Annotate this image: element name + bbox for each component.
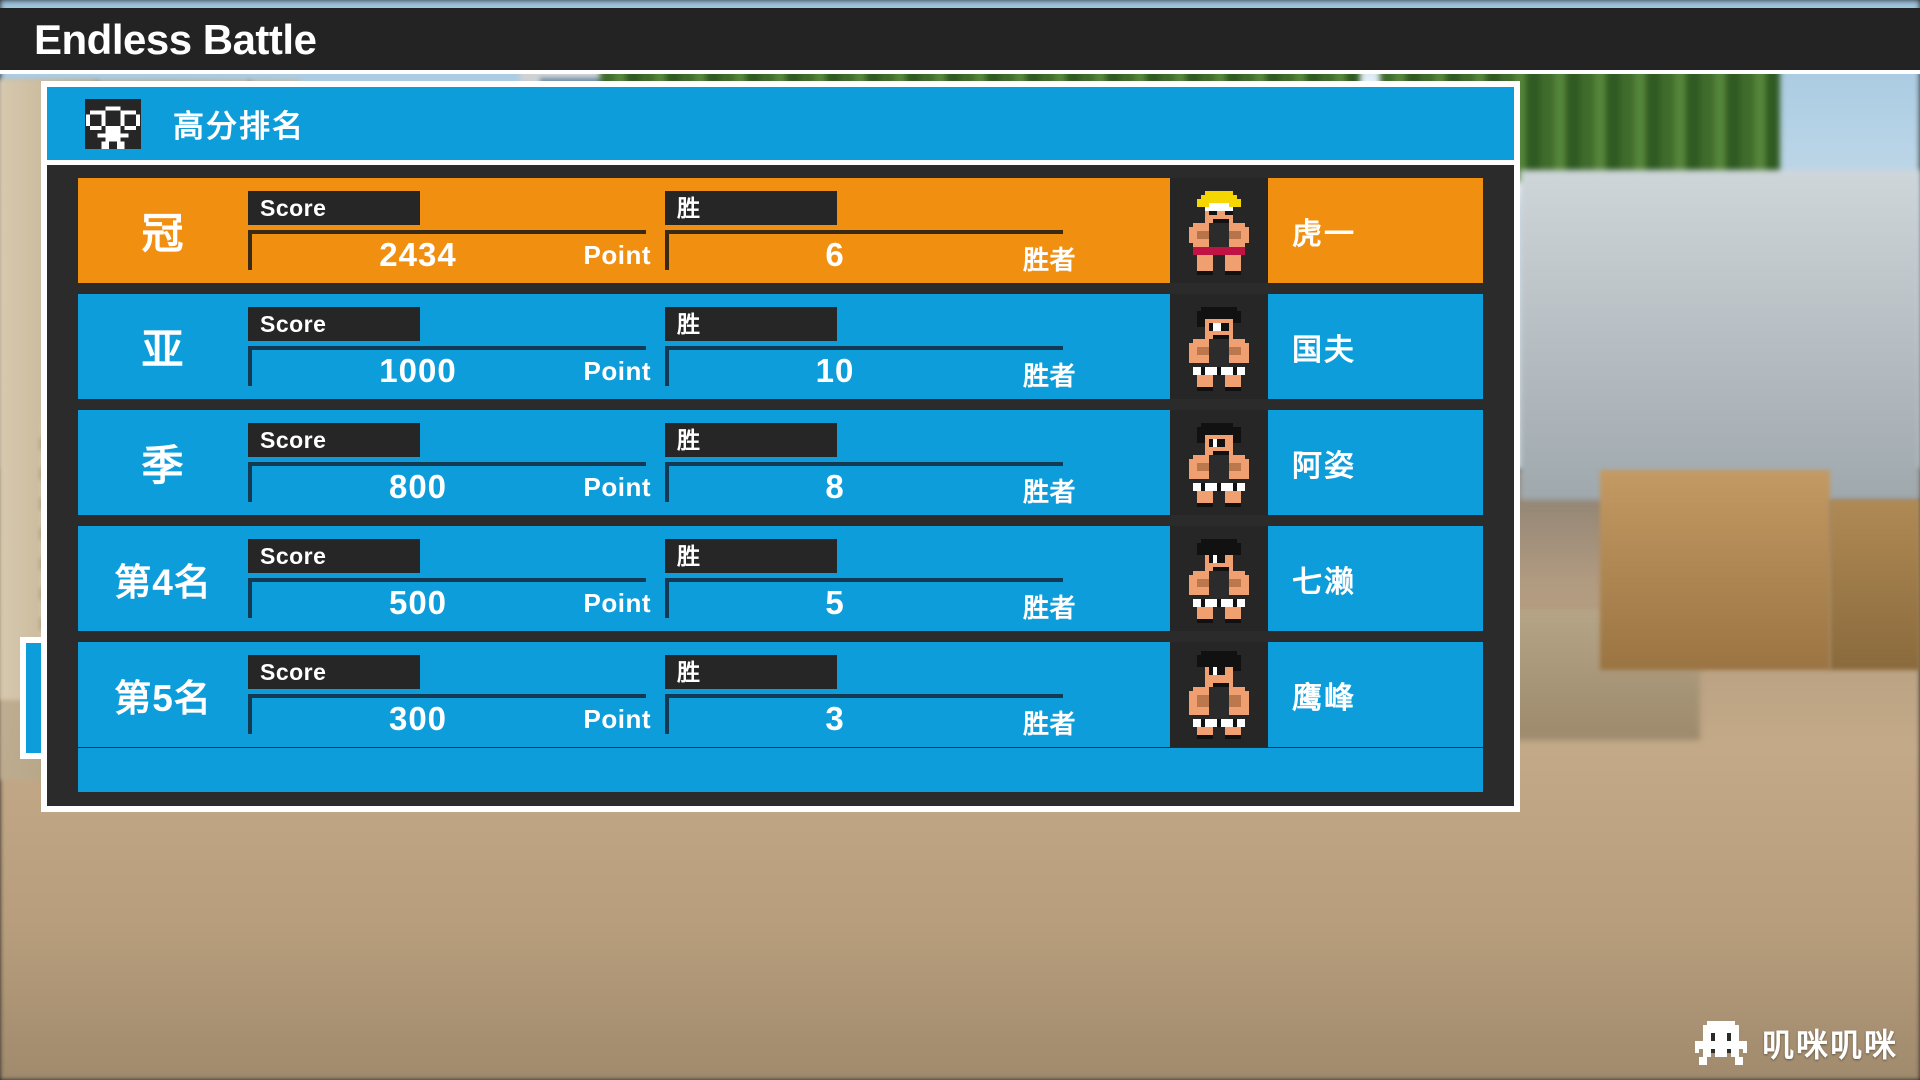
field-rule <box>248 578 646 582</box>
field-tick <box>665 694 669 734</box>
wins-value: 10 <box>815 352 855 389</box>
score-value: 2434 <box>379 236 457 273</box>
game-title: Endless Battle <box>34 16 317 63</box>
wins-unit: 胜者 <box>1022 709 1076 739</box>
wins-unit: 胜者 <box>1022 593 1076 623</box>
field-tick <box>248 578 252 618</box>
score-label: Score <box>248 655 420 689</box>
score-label: Score <box>248 539 420 573</box>
wins-label: 胜 <box>665 191 837 225</box>
fighter-kunio-sprite <box>1170 294 1268 399</box>
rank-label: 第5名 <box>114 677 212 719</box>
fighter-dark-sprite <box>1170 526 1268 631</box>
field-rule <box>248 346 646 350</box>
field-rule <box>248 694 646 698</box>
score-value: 1000 <box>379 352 457 389</box>
watermark: 叽咪叽咪 <box>1694 1020 1898 1066</box>
rank-label: 亚 <box>141 326 185 373</box>
field-tick <box>248 694 252 734</box>
rank-label: 季 <box>141 442 185 489</box>
wins-value: 5 <box>825 584 845 621</box>
wins-field: 胜 10 胜者 <box>665 294 1082 399</box>
dialog-title: 高分排名 <box>173 109 305 144</box>
fighter-blond-sprite <box>1170 178 1268 283</box>
field-tick <box>665 230 669 270</box>
field-tick <box>248 230 252 270</box>
player-name: 七濑 <box>1292 565 1356 599</box>
field-tick <box>248 462 252 502</box>
fighter-tall-sprite <box>1170 642 1268 747</box>
fighter-spiky-sprite <box>1170 410 1268 515</box>
table-row[interactable]: 季 Score 800 Point 胜 8 胜者 阿姿 <box>78 410 1483 515</box>
wins-value: 8 <box>825 468 845 505</box>
score-label: Score <box>248 307 420 341</box>
wins-value: 3 <box>825 700 845 737</box>
wins-field: 胜 3 胜者 <box>665 642 1082 747</box>
table-row[interactable]: 亚 Score 1000 Point 胜 10 胜者 国夫 <box>78 294 1483 399</box>
player-name: 阿姿 <box>1292 449 1356 483</box>
rank-label: 第4名 <box>114 561 212 603</box>
wins-field: 胜 6 胜者 <box>665 178 1082 283</box>
rank-label: 冠 <box>141 210 185 257</box>
crowd-pixel-icon <box>85 98 141 149</box>
field-tick <box>665 462 669 502</box>
field-rule <box>665 578 1063 582</box>
field-tick <box>248 346 252 386</box>
field-rule <box>665 694 1063 698</box>
score-field: Score 2434 Point <box>248 178 665 283</box>
score-field: Score 1000 Point <box>248 294 665 399</box>
score-unit: Point <box>583 472 651 502</box>
wins-label: 胜 <box>665 655 837 689</box>
score-unit: Point <box>583 356 651 386</box>
crate <box>1600 470 1830 670</box>
score-value: 500 <box>388 584 448 621</box>
wins-unit: 胜者 <box>1022 245 1076 275</box>
table-row[interactable]: 冠 Score 2434 Point 胜 6 胜者 虎一 <box>78 178 1483 283</box>
score-label: Score <box>248 423 420 457</box>
table-row[interactable]: 第5名 Score 300 Point 胜 3 胜者 鹰峰 <box>78 642 1483 747</box>
high-score-dialog: 高分排名 冠 Score 2434 Point 胜 6 胜者 虎一 亚 Scor… <box>41 81 1520 812</box>
field-tick <box>665 346 669 386</box>
player-name: 鹰峰 <box>1292 681 1356 715</box>
building <box>1520 170 1920 500</box>
dialog-header: 高分排名 <box>47 87 1514 160</box>
wins-field: 胜 8 胜者 <box>665 410 1082 515</box>
score-value: 300 <box>388 700 448 737</box>
field-rule <box>665 230 1063 234</box>
score-field: Score 300 Point <box>248 642 665 747</box>
wins-unit: 胜者 <box>1022 361 1076 391</box>
score-field: Score 500 Point <box>248 526 665 631</box>
dialog-footer <box>78 748 1483 792</box>
leaderboard-rows: 冠 Score 2434 Point 胜 6 胜者 虎一 亚 Score 100… <box>47 165 1514 747</box>
wins-value: 6 <box>825 236 845 273</box>
score-field: Score 800 Point <box>248 410 665 515</box>
wins-unit: 胜者 <box>1022 477 1076 507</box>
field-rule <box>665 462 1063 466</box>
watermark-text: 叽咪叽咪 <box>1761 1027 1898 1063</box>
wins-label: 胜 <box>665 539 837 573</box>
score-unit: Point <box>583 240 651 270</box>
table-row[interactable]: 第4名 Score 500 Point 胜 5 胜者 七濑 <box>78 526 1483 631</box>
wins-label: 胜 <box>665 307 837 341</box>
score-unit: Point <box>583 588 651 618</box>
score-label: Score <box>248 191 420 225</box>
player-name: 虎一 <box>1292 217 1356 251</box>
game-screen: Endless Battle 高分排名 冠 Score 2434 Point 胜… <box>0 0 1920 1080</box>
field-rule <box>665 346 1063 350</box>
crate <box>1830 500 1920 670</box>
score-value: 800 <box>388 468 448 505</box>
invader-pixel-icon <box>1694 1021 1748 1065</box>
field-rule <box>248 462 646 466</box>
field-tick <box>665 578 669 618</box>
field-rule <box>248 230 646 234</box>
wins-field: 胜 5 胜者 <box>665 526 1082 631</box>
score-unit: Point <box>583 704 651 734</box>
wins-label: 胜 <box>665 423 837 457</box>
title-bar-underline <box>0 70 1920 74</box>
player-name: 国夫 <box>1292 333 1356 367</box>
